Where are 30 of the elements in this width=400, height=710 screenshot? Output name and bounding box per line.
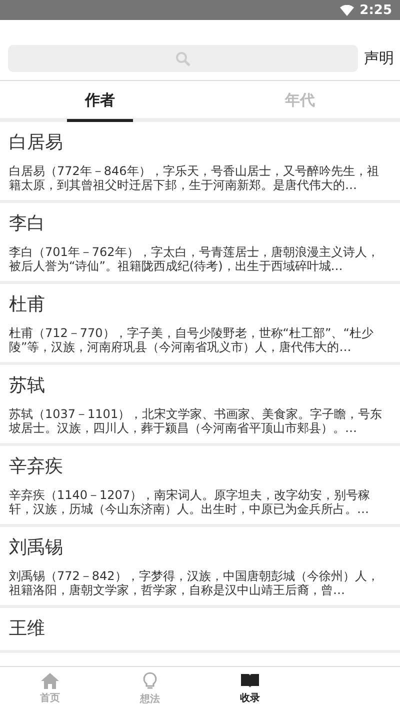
- author-name: 王维: [9, 617, 46, 641]
- tab[interactable]: 作者: [67, 81, 133, 122]
- nav-tab[interactable]: 收录: [200, 667, 300, 710]
- author-item[interactable]: 杜甫 杜甫（712－770），字子美，自号少陵野老，世称“杜工部”、“杜少陵”等，汉族，河南府巩县（今河南省巩义市）人，唐代伟大的…: [0, 284, 400, 365]
- author-item[interactable]: 辛弃疾 辛弃疾（1140－1207），南宋词人。原字坦夫，改字幼安，别号稼轩，汉族，历城（今山东济南）人。出生时，中原已为金兵所占。…: [0, 446, 400, 527]
- author-summary: 李白（701年－762年），字太白，号青莲居士，唐朝浪漫主义诗人，被后人誉为“诗仙”。祖籍陇西成纪(待考)，出生于西域碎叶城…: [9, 245, 380, 273]
- author-name: 辛弃疾: [9, 455, 64, 479]
- book-icon: [240, 672, 260, 688]
- home-icon: [41, 672, 59, 688]
- author-summary: 白居易（772年－846年），字乐天，号香山居士，又号醉吟先生，祖籍太原，到其曾祖父时迁居下邽，生于河南新郑。是唐代伟大的…: [9, 164, 380, 192]
- author-name: 苏轼: [9, 374, 46, 398]
- author-item[interactable]: 苏轼 苏轼（1037－1101），北宋文学家、书画家、美食家。字子瞻，号东坡居士。汉族，四川人，葬于颍昌（今河南省平顶山市郏县）。…: [0, 365, 400, 446]
- author-item[interactable]: 刘禹锡 刘禹锡（772－842），字梦得，汉族，中国唐朝彭城（今徐州）人，祖籍洛阳，唐朝文学家，哲学家，自称是汉中山靖王后裔，曾…: [0, 527, 400, 608]
- search-icon: [175, 50, 191, 66]
- statement-link[interactable]: 声明: [364, 49, 394, 68]
- author-summary: 辛弃疾（1140－1207），南宋词人。原字坦夫，改字幼安，别号稼轩，汉族，历城（今山东济南）人。出生时，中原已为金兵所占。…: [9, 488, 372, 516]
- author-summary: 杜甫（712－770），字子美，自号少陵野老，世称“杜工部”、“杜少陵”等，汉族，河南府巩县（今河南省巩义市）人，唐代伟大的…: [9, 326, 374, 354]
- author-item[interactable]: 李白 李白（701年－762年），字太白，号青莲居士，唐朝浪漫主义诗人，被后人誉为“诗仙”。祖籍陇西成纪(待考)，出生于西域碎叶城…: [0, 203, 400, 284]
- author-summary: 刘禹锡（772－842），字梦得，汉族，中国唐朝彭城（今徐州）人，祖籍洛阳，唐朝文学家，哲学家，自称是汉中山靖王后裔，曾…: [9, 569, 380, 597]
- author-item[interactable]: 白居易 白居易（772年－846年），字乐天，号香山居士，又号醉吟先生，祖籍太原，到其曾祖父时迁居下邽，生于河南新郑。是唐代伟大的…: [0, 122, 400, 203]
- search-field[interactable]: [8, 45, 358, 72]
- author-item[interactable]: 王维: [0, 608, 400, 653]
- author-name: 李白: [9, 212, 46, 236]
- lightbulb-icon: [143, 672, 157, 690]
- author-name: 杜甫: [9, 293, 46, 317]
- author-name: 白居易: [9, 131, 64, 155]
- author-summary: 苏轼（1037－1101），北宋文学家、书画家、美食家。字子瞻，号东坡居士。汉族，四川人，葬于颍昌（今河南省平顶山市郏县）。…: [9, 407, 384, 435]
- clock-time: 2:25: [360, 2, 392, 18]
- author-name: 刘禹锡: [9, 536, 64, 560]
- wifi-icon: [340, 4, 354, 16]
